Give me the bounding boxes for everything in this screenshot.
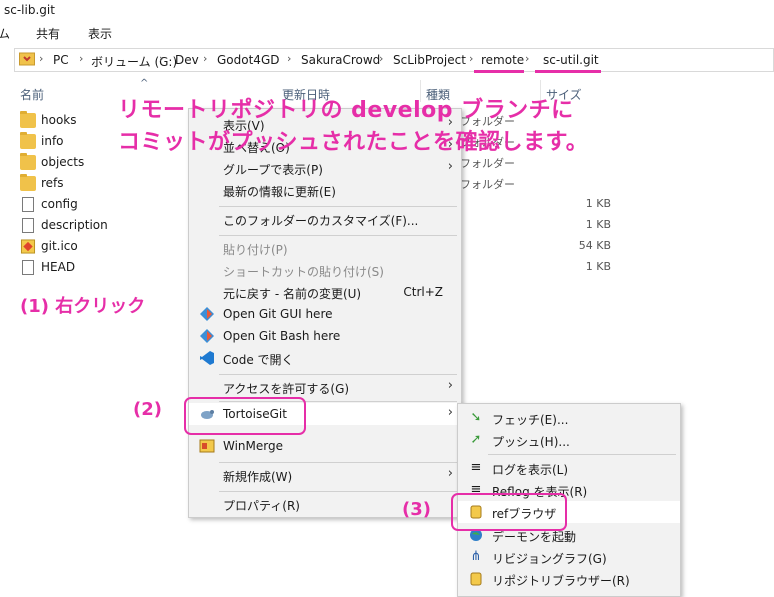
menu-item-open-git-gui[interactable]: Open Git GUI here bbox=[189, 303, 461, 325]
menu-item-refresh[interactable]: 最新の情報に更新(E) bbox=[189, 179, 461, 201]
folder-icon bbox=[20, 132, 36, 149]
title-bar: sc-lib.git bbox=[0, 0, 774, 20]
address-bar[interactable]: › PC › ボリューム (G:) › Dev › Godot4GD › Sak… bbox=[14, 48, 774, 72]
menu-item-paste[interactable]: 貼り付け(P) bbox=[189, 237, 461, 259]
chevron-right-icon: › bbox=[447, 405, 453, 420]
remote-underline bbox=[474, 70, 524, 73]
repo-browser-icon bbox=[470, 572, 482, 586]
menu-separator bbox=[488, 454, 676, 455]
file-name: info bbox=[41, 134, 64, 148]
chevron-right-icon: › bbox=[447, 466, 453, 481]
menu-item-group-by[interactable]: グループで表示(P) › bbox=[189, 157, 461, 179]
annotation-headline-1: リモートリポジトリの develop ブランチに bbox=[118, 98, 574, 123]
file-icon bbox=[22, 218, 34, 233]
menu-item-customize[interactable]: このフォルダーのカスタマイズ(F)... bbox=[189, 208, 461, 230]
file-name: refs bbox=[41, 176, 64, 190]
log-icon: ≡ bbox=[470, 460, 482, 475]
menu-item-winmerge[interactable]: WinMerge bbox=[189, 435, 461, 457]
breadcrumb-separator: › bbox=[79, 52, 84, 65]
breadcrumb-dev[interactable]: Dev bbox=[175, 53, 199, 67]
annotation-headline-2: コミットがプッシュされたことを確認します。 bbox=[118, 130, 589, 155]
breadcrumb-separator: › bbox=[287, 52, 292, 65]
submenu-item-push[interactable]: ➚ プッシュ(H)... bbox=[458, 429, 680, 451]
ribbon-tabs: ム 共有 表示 bbox=[0, 20, 774, 44]
folder-icon bbox=[20, 174, 36, 191]
file-icon bbox=[22, 197, 34, 212]
file-name: hooks bbox=[41, 113, 77, 127]
breadcrumb-separator: › bbox=[525, 52, 530, 65]
file-size: 1 KB bbox=[585, 197, 611, 210]
vscode-icon bbox=[200, 351, 214, 365]
breadcrumb-sclibproject[interactable]: ScLibProject bbox=[393, 53, 466, 67]
submenu-item-repo-browser[interactable]: リポジトリブラウザー(R) bbox=[458, 568, 680, 590]
file-name: HEAD bbox=[41, 260, 76, 274]
tortoisegit-highlight bbox=[184, 397, 306, 435]
menu-shortcut: Ctrl+Z bbox=[403, 285, 443, 299]
breadcrumb-remote[interactable]: remote bbox=[481, 53, 524, 67]
chevron-right-icon: › bbox=[447, 159, 453, 174]
submenu-item-revision-graph[interactable]: ⋔ リビジョングラフ(G) bbox=[458, 546, 680, 568]
revision-graph-icon: ⋔ bbox=[470, 549, 482, 564]
menu-item-new[interactable]: 新規作成(W) › bbox=[189, 464, 461, 486]
submenu-item-show-log[interactable]: ≡ ログを表示(L) bbox=[458, 457, 680, 479]
breadcrumb-godot4gd[interactable]: Godot4GD bbox=[217, 53, 279, 67]
window-title: sc-lib.git bbox=[4, 3, 55, 17]
push-arrow-icon: ➚ bbox=[470, 432, 482, 447]
breadcrumb-sakuracrowd[interactable]: SakuraCrowd bbox=[301, 53, 380, 67]
ref-browser-highlight bbox=[451, 493, 567, 531]
file-size: 1 KB bbox=[585, 260, 611, 273]
breadcrumb-separator: › bbox=[379, 52, 384, 65]
git-gui-icon bbox=[200, 307, 214, 321]
sc-util-underline bbox=[535, 70, 601, 73]
submenu-item-fetch[interactable]: ➘ フェッチ(E)... bbox=[458, 407, 680, 429]
sort-chevron-icon: ^ bbox=[140, 78, 149, 89]
breadcrumb-separator: › bbox=[203, 52, 208, 65]
menu-separator bbox=[219, 374, 457, 375]
file-type: フォルダー bbox=[460, 178, 515, 191]
menu-item-give-access[interactable]: アクセスを許可する(G) › bbox=[189, 376, 461, 398]
annotation-step1: (1) 右クリック bbox=[20, 296, 146, 317]
breadcrumb-volume[interactable]: ボリューム (G:) bbox=[91, 53, 177, 70]
folder-location-icon bbox=[19, 52, 35, 66]
menu-item-open-git-bash[interactable]: Open Git Bash here bbox=[189, 325, 461, 347]
context-menu: 表示(V) › 並べ替え(O) › グループで表示(P) › 最新の情報に更新(… bbox=[188, 108, 462, 518]
winmerge-icon bbox=[199, 439, 215, 453]
annotation-step3: (3) bbox=[402, 499, 431, 520]
breadcrumb-separator: › bbox=[159, 52, 164, 65]
folder-icon bbox=[20, 111, 36, 128]
tab-share[interactable]: 共有 bbox=[36, 25, 60, 42]
menu-item-open-in-code[interactable]: Code で開く bbox=[189, 347, 461, 369]
menu-separator bbox=[219, 235, 457, 236]
breadcrumb-separator: › bbox=[39, 52, 44, 65]
file-name: config bbox=[41, 197, 78, 211]
tab-home-partial[interactable]: ム bbox=[0, 25, 10, 42]
fetch-arrow-icon: ➘ bbox=[470, 410, 482, 425]
tab-view[interactable]: 表示 bbox=[88, 25, 112, 42]
file-type: フォルダー bbox=[460, 157, 515, 170]
file-size: 1 KB bbox=[585, 218, 611, 231]
breadcrumb-sc-util-git[interactable]: sc-util.git bbox=[543, 53, 599, 67]
breadcrumb-pc[interactable]: PC bbox=[53, 53, 69, 67]
file-name: description bbox=[41, 218, 108, 232]
menu-separator bbox=[219, 462, 457, 463]
file-icon bbox=[22, 260, 34, 275]
file-size: 54 KB bbox=[578, 239, 611, 252]
folder-icon bbox=[20, 153, 36, 170]
menu-separator bbox=[219, 206, 457, 207]
file-name: objects bbox=[41, 155, 85, 169]
breadcrumb-separator: › bbox=[469, 52, 474, 65]
menu-separator bbox=[219, 491, 457, 492]
annotation-step2: (2) bbox=[133, 399, 162, 420]
file-name: git.ico bbox=[41, 239, 78, 253]
column-name[interactable]: 名前 bbox=[20, 86, 44, 103]
git-icon bbox=[20, 239, 36, 254]
menu-item-paste-shortcut[interactable]: ショートカットの貼り付け(S) bbox=[189, 259, 461, 281]
menu-item-undo-rename[interactable]: 元に戻す - 名前の変更(U) Ctrl+Z bbox=[189, 281, 461, 303]
git-bash-icon bbox=[200, 329, 214, 343]
chevron-right-icon: › bbox=[447, 378, 453, 393]
